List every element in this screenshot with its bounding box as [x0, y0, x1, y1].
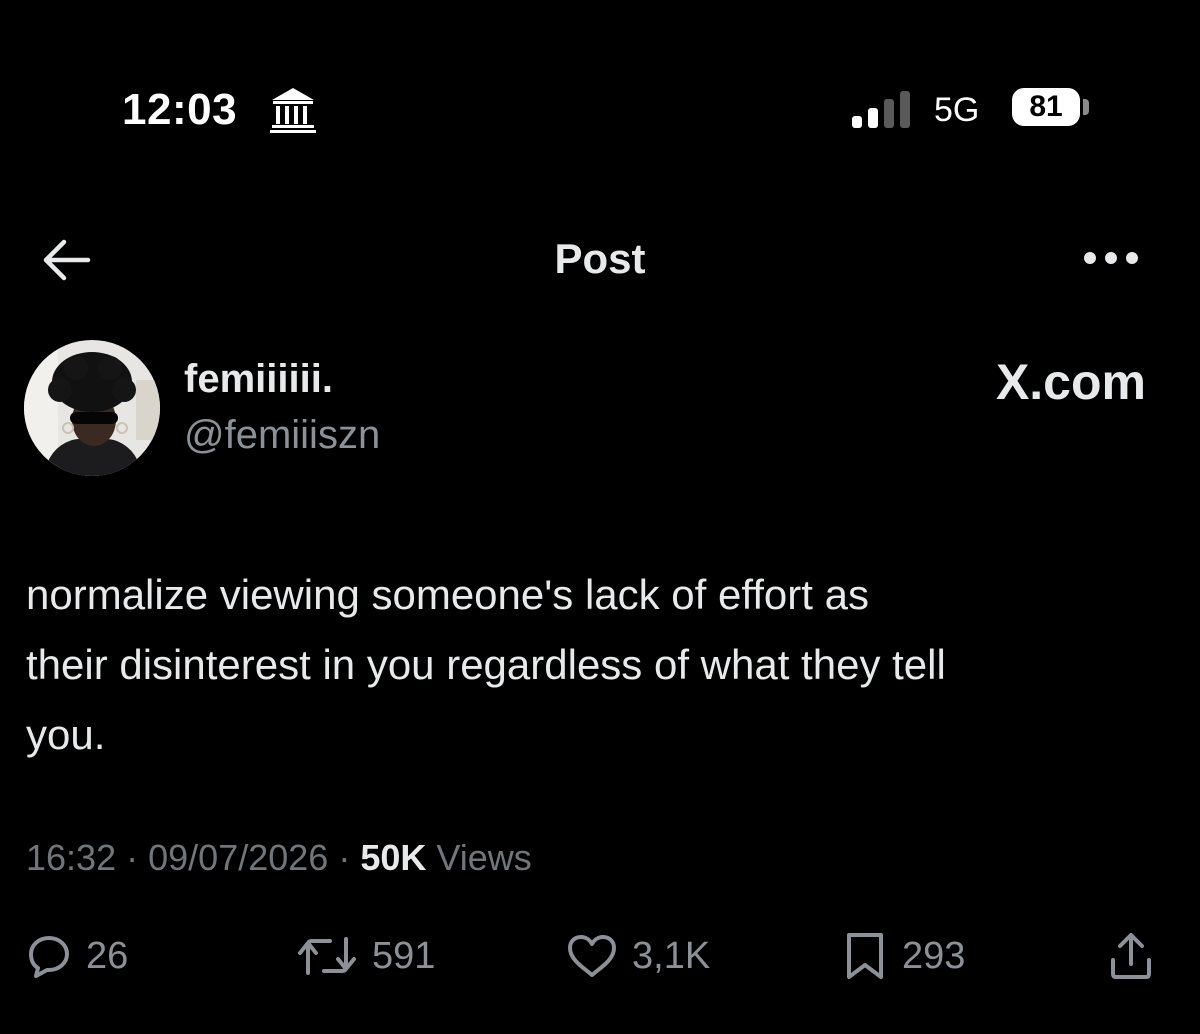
heart-icon	[568, 935, 616, 977]
back-arrow-icon[interactable]	[38, 236, 94, 284]
author-display-name[interactable]: femiiiiii.	[184, 354, 333, 404]
bookmark-button[interactable]: 293	[842, 926, 965, 986]
post-meta: 16:32 · 09/07/2026 · 50K Views	[26, 834, 532, 882]
signal-icon	[852, 91, 910, 128]
repost-icon	[298, 937, 356, 975]
post-time: 16:32	[26, 837, 117, 878]
meta-separator: ·	[126, 837, 139, 878]
views-label[interactable]: Views	[436, 837, 531, 878]
status-time: 12:03	[122, 85, 238, 134]
reply-count: 26	[86, 935, 129, 977]
bank-icon	[270, 88, 316, 133]
network-label: 5G	[934, 91, 980, 129]
meta-separator: ·	[338, 837, 351, 878]
page-title: Post	[554, 235, 646, 282]
battery-tip	[1083, 99, 1089, 115]
battery-level: 81	[1029, 90, 1063, 123]
like-count: 3,1K	[632, 935, 711, 977]
like-button[interactable]: 3,1K	[566, 926, 710, 986]
post-text: normalize viewing someone's lack of effo…	[26, 571, 946, 758]
site-watermark: X.com	[995, 354, 1146, 410]
views-count[interactable]: 50K	[360, 837, 426, 878]
repost-button[interactable]: 591	[296, 926, 435, 986]
avatar[interactable]	[24, 340, 160, 476]
more-options-icon[interactable]	[1080, 246, 1142, 270]
share-icon	[1111, 933, 1151, 979]
avatar-image	[24, 340, 160, 476]
post-date: 09/07/2026	[148, 837, 329, 878]
share-button[interactable]	[1108, 926, 1154, 986]
reply-icon	[29, 936, 69, 978]
bookmark-icon	[847, 933, 883, 979]
bookmark-count: 293	[902, 935, 966, 977]
reply-button[interactable]: 26	[26, 926, 128, 986]
battery-indicator: 81	[1012, 88, 1080, 126]
author-handle[interactable]: @femiiiszn	[184, 410, 380, 460]
repost-count: 591	[372, 935, 436, 977]
